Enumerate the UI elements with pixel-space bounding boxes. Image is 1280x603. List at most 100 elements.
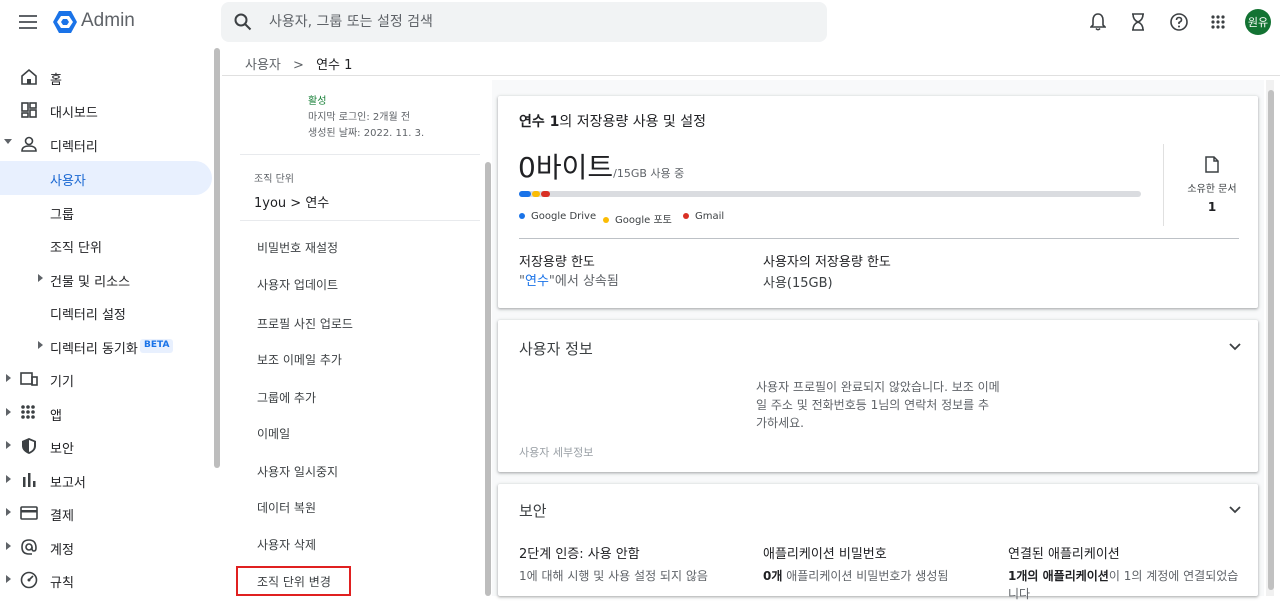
chevron-down-icon[interactable] xyxy=(1228,342,1242,352)
shield-icon xyxy=(20,437,38,455)
nav-item-rules[interactable]: 규칙 xyxy=(0,563,212,597)
legend-dot-drive xyxy=(519,213,525,219)
action-restore-data[interactable]: 데이터 복원 xyxy=(257,499,316,516)
status-badge: 활성 xyxy=(308,96,327,107)
expand-arrow-icon[interactable] xyxy=(6,542,11,550)
nav-item-security[interactable]: 보안 xyxy=(0,429,212,463)
storage-used: 0바이트/15GB 사용 중 xyxy=(518,146,684,186)
nav-item-users[interactable]: 사용자 xyxy=(0,161,212,195)
chevron-down-icon[interactable] xyxy=(1228,505,1242,515)
expand-arrow-icon[interactable] xyxy=(38,341,43,349)
nav-label: 사용자 xyxy=(50,174,86,189)
nav-item-directory-sync[interactable]: 디렉터리 동기화 BETA xyxy=(0,329,212,363)
nav-item-buildings[interactable]: 건물 및 리소스 xyxy=(0,262,212,296)
credit-card-icon xyxy=(20,504,38,522)
org-unit-link[interactable]: 연수 xyxy=(525,274,549,289)
apps-grid-icon[interactable] xyxy=(1208,12,1228,32)
highlight-box xyxy=(236,566,351,596)
nav-label: 규칙 xyxy=(50,576,74,591)
action-suspend-user[interactable]: 사용자 일시중지 xyxy=(257,463,338,480)
nav-item-apps[interactable]: 앱 xyxy=(0,396,212,430)
expand-arrow-icon[interactable] xyxy=(6,408,11,416)
legend-label: Google Drive xyxy=(531,211,597,222)
breadcrumb-separator: > xyxy=(293,58,304,73)
nav-label: 건물 및 리소스 xyxy=(50,275,131,290)
nav-label: 앱 xyxy=(50,409,62,424)
expand-arrow-icon[interactable] xyxy=(38,274,43,282)
nav-item-org-units[interactable]: 조직 단위 xyxy=(0,228,212,262)
storage-seg-drive xyxy=(519,191,531,197)
action-email[interactable]: 이메일 xyxy=(257,425,290,442)
breadcrumb: 사용자 > 연수 1 xyxy=(245,54,352,73)
action-reset-password[interactable]: 비밀번호 재설정 xyxy=(257,239,338,256)
home-icon xyxy=(20,68,38,86)
divider xyxy=(1163,144,1164,226)
avatar[interactable]: 원유 xyxy=(1245,9,1271,35)
org-unit-path[interactable]: 1you > 연수 xyxy=(254,192,329,211)
collapse-arrow-icon[interactable] xyxy=(4,139,12,144)
nav-item-home[interactable]: 홈 xyxy=(0,60,212,94)
nav-label: 디렉터리 설정 xyxy=(50,308,126,323)
divider xyxy=(240,154,480,155)
nav-item-groups[interactable]: 그룹 xyxy=(0,195,212,229)
legend-photos: Google 포토 xyxy=(603,211,672,226)
nav-item-devices[interactable]: 기기 xyxy=(0,362,212,396)
search-bar[interactable] xyxy=(221,2,827,42)
created-date-text: 생성된 날짜: 2022. 11. 3. xyxy=(308,128,425,139)
expand-arrow-icon[interactable] xyxy=(6,475,11,483)
top-bar: Admin 원유 xyxy=(0,0,1280,44)
nav-item-directory-settings[interactable]: 디렉터리 설정 xyxy=(0,295,212,329)
action-add-secondary-email[interactable]: 보조 이메일 추가 xyxy=(257,351,342,368)
search-input[interactable] xyxy=(269,2,809,42)
main-menu-icon[interactable] xyxy=(18,12,38,32)
legend-label: Google 포토 xyxy=(615,215,672,226)
action-add-to-group[interactable]: 그룹에 추가 xyxy=(257,389,316,406)
expand-arrow-icon[interactable] xyxy=(6,508,11,516)
divider xyxy=(519,238,1239,239)
beta-badge: BETA xyxy=(140,339,174,353)
nav-item-reports[interactable]: 보고서 xyxy=(0,463,212,497)
connected-apps-label: 연결된 애플리케이션 xyxy=(1008,547,1120,562)
nav-label: 그룹 xyxy=(50,208,74,223)
action-upload-photo[interactable]: 프로필 사진 업로드 xyxy=(257,315,353,332)
notifications-bell-icon[interactable] xyxy=(1088,12,1108,32)
expand-arrow-icon[interactable] xyxy=(6,441,11,449)
nav-label: 대시보드 xyxy=(50,106,98,121)
nav-label: 보고서 xyxy=(50,476,86,491)
action-delete-user[interactable]: 사용자 삭제 xyxy=(257,536,316,553)
nav-label: 계정 xyxy=(50,543,74,558)
owned-docs-count[interactable]: 1 xyxy=(1176,200,1248,214)
bar-chart-icon xyxy=(20,471,38,489)
legend-gmail: Gmail xyxy=(683,211,724,222)
nav-item-directory[interactable]: 디렉터리 xyxy=(0,127,212,161)
breadcrumb-users-link[interactable]: 사용자 xyxy=(245,58,281,73)
nav-item-account[interactable]: 계정 xyxy=(0,530,212,564)
search-icon xyxy=(233,12,253,32)
expand-arrow-icon[interactable] xyxy=(6,575,11,583)
admin-logo-icon[interactable] xyxy=(52,10,78,34)
action-update-user[interactable]: 사용자 업데이트 xyxy=(257,276,338,293)
nav-label: 홈 xyxy=(50,73,62,88)
hourglass-tasks-icon[interactable] xyxy=(1128,12,1148,32)
org-unit-label: 조직 단위 xyxy=(254,174,294,185)
help-icon[interactable] xyxy=(1169,12,1189,32)
divider xyxy=(222,75,1280,76)
expand-arrow-icon[interactable] xyxy=(6,374,11,382)
security-card[interactable]: 보안 2단계 인증: 사용 안함 1에 대해 시행 및 사용 설정 되지 않음 … xyxy=(498,484,1258,601)
user-storage-limit-label: 사용자의 저장용량 한도 xyxy=(763,255,891,270)
user-info-card[interactable]: 사용자 정보 사용자 프로필이 완료되지 않았습니다. 보조 이메일 주소 및 … xyxy=(498,320,1258,472)
left-nav-scrollbar[interactable] xyxy=(214,48,220,468)
storage-title: 연수 1의 저장용량 사용 및 설정 xyxy=(519,111,706,131)
user-details-label: 사용자 세부정보 xyxy=(519,446,594,459)
nav-item-billing[interactable]: 결제 xyxy=(0,496,212,530)
panel-scrollbar[interactable] xyxy=(485,162,491,596)
storage-card: 연수 1의 저장용량 사용 및 설정 0바이트/15GB 사용 중 Google… xyxy=(498,96,1258,308)
main-scrollbar[interactable] xyxy=(1268,90,1274,590)
nav-label: 조직 단위 xyxy=(50,241,102,256)
nav-item-dashboard[interactable]: 대시보드 xyxy=(0,93,212,127)
app-title[interactable]: Admin xyxy=(81,10,135,32)
storage-limit-value: "연수"에서 상속됨 xyxy=(519,270,619,289)
legend-dot-photos xyxy=(603,217,609,223)
nav-label: 디렉터리 xyxy=(50,140,98,155)
storage-used-value: 0바이트 xyxy=(518,151,614,184)
